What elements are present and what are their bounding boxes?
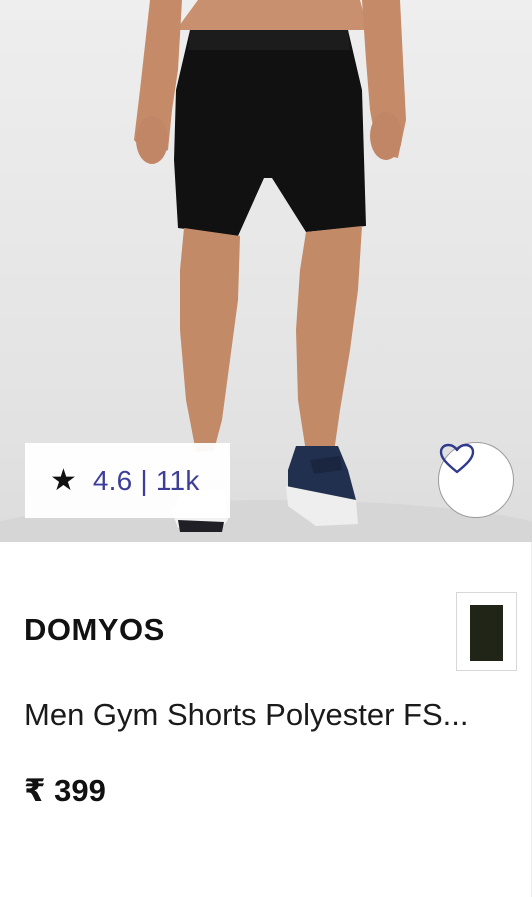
product-price: ₹ 399 (24, 773, 106, 808)
brand-name: DOMYOS (24, 612, 165, 647)
color-swatch-fill (470, 605, 503, 661)
product-image[interactable]: ★ 4.6 | 11k (0, 0, 532, 542)
product-card[interactable]: ★ 4.6 | 11k DOMYOS Men Gym Shorts Polyes… (0, 0, 532, 897)
color-swatch[interactable] (456, 592, 517, 671)
rating-badge: ★ 4.6 | 11k (25, 443, 230, 518)
star-icon: ★ (50, 462, 77, 498)
wishlist-button[interactable] (438, 442, 514, 518)
rating-value: 4.6 | 11k (92, 464, 200, 496)
heart-outline-icon (439, 443, 475, 474)
product-title[interactable]: Men Gym Shorts Polyester FS... (24, 697, 514, 733)
